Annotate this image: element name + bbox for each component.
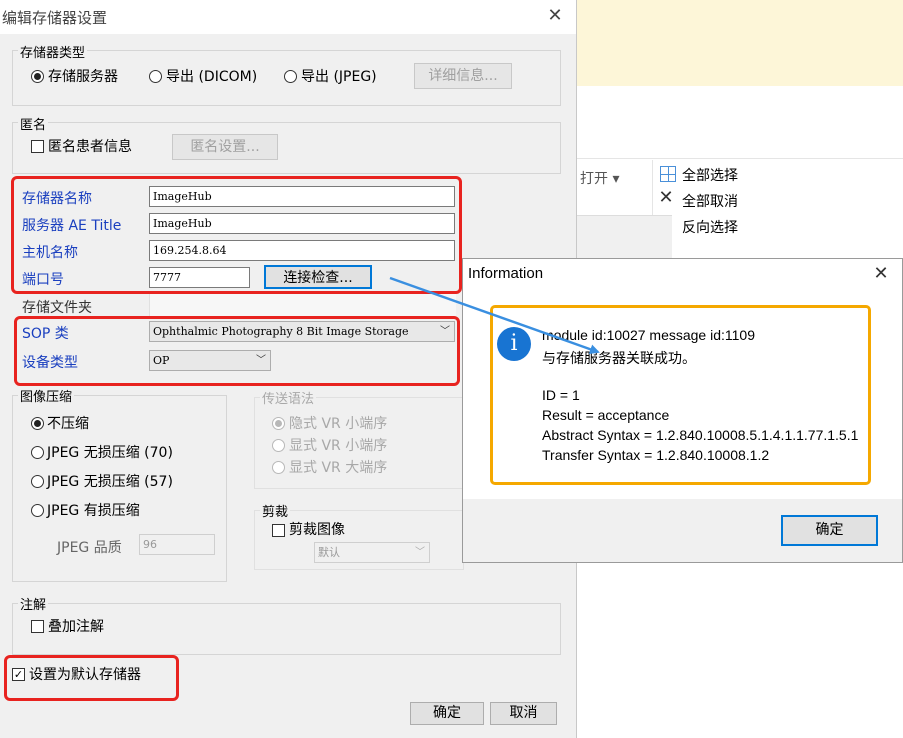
radio-label-jpeg-lossless-57: JPEG 无损压缩 (57) [47, 474, 173, 490]
transfer-syntax-label: 传送语法 [260, 388, 317, 407]
radio-label-storage-server: 存储服务器 [48, 69, 118, 85]
radio-label-no-compression: 不压缩 [47, 416, 89, 432]
radio-label-jpeg-lossless-70: JPEG 无损压缩 (70) [47, 445, 173, 461]
close-icon[interactable]: ✕ [656, 188, 676, 208]
radio-jpeg-lossless-57[interactable] [31, 475, 44, 488]
radio-export-jpeg[interactable] [284, 70, 297, 83]
radio-label-jpeg-lossy: JPEG 有损压缩 [47, 503, 140, 519]
radio-label-implicit-vr-le: 隐式 VR 小端序 [289, 416, 388, 432]
anonymize-settings-button[interactable]: 匿名设置... [172, 134, 278, 160]
info-title: Information [468, 265, 544, 282]
radio-label-explicit-vr-le: 显式 VR 小端序 [289, 438, 388, 454]
jpeg-quality-label: JPEG 品质 [57, 540, 122, 556]
highlight-connection-fields [11, 176, 462, 294]
radio-explicit-vr-be[interactable] [272, 461, 285, 474]
anonymize-checkbox[interactable] [31, 140, 44, 153]
crop-checkbox-label: 剪裁图像 [289, 522, 345, 538]
ribbon-divider [577, 158, 903, 159]
radio-storage-server[interactable] [31, 70, 44, 83]
storage-folder-label: 存储文件夹 [22, 300, 92, 316]
radio-jpeg-lossless-70[interactable] [31, 446, 44, 459]
annotation-label: 注解 [18, 594, 49, 613]
dialog-title: 编辑存储器设置 [2, 9, 108, 27]
radio-jpeg-lossy[interactable] [31, 504, 44, 517]
information-dialog: Information ✕ i module id:10027 message … [462, 258, 903, 563]
crop-mode-value: 默认 [318, 546, 340, 559]
annotation-checkbox[interactable] [31, 620, 44, 633]
ribbon-select-invert[interactable]: 反向选择 [682, 217, 738, 237]
ribbon-open-button[interactable]: 打开 ▾ [580, 168, 619, 188]
anonymize-checkbox-label: 匿名患者信息 [48, 139, 132, 155]
storage-type-label: 存储器类型 [18, 42, 88, 61]
close-icon[interactable]: ✕ [543, 4, 567, 28]
ribbon-select-all[interactable]: 全部选择 [682, 165, 738, 185]
radio-label-export-dicom: 导出 (DICOM) [166, 69, 258, 85]
crop-mode-select[interactable]: 默认 ﹀ [314, 542, 430, 563]
highlight-sop-device [14, 316, 460, 386]
anonymize-label: 匿名 [18, 114, 49, 133]
radio-export-dicom[interactable] [149, 70, 162, 83]
compression-label: 图像压缩 [18, 386, 75, 405]
radio-label-explicit-vr-be: 显式 VR 大端序 [289, 460, 388, 476]
cancel-button[interactable]: 取消 [490, 702, 557, 725]
select-all-icon [660, 166, 676, 182]
ribbon-select-none[interactable]: 全部取消 [682, 191, 738, 211]
radio-no-compression[interactable] [31, 417, 44, 430]
annotation-checkbox-label: 叠加注解 [48, 619, 104, 635]
jpeg-quality-input[interactable]: 96 [139, 534, 215, 555]
radio-implicit-vr-le[interactable] [272, 417, 285, 430]
radio-label-export-jpeg: 导出 (JPEG) [301, 69, 377, 85]
highlight-default-storage [4, 655, 179, 701]
chevron-down-icon: ﹀ [415, 547, 425, 558]
background-banner [577, 0, 903, 86]
details-button[interactable]: 详细信息... [414, 63, 512, 89]
crop-label: 剪裁 [260, 501, 291, 520]
ok-button[interactable]: 确定 [410, 702, 484, 725]
info-ok-button[interactable]: 确定 [781, 515, 878, 546]
crop-checkbox[interactable] [272, 524, 285, 537]
storage-folder-field[interactable] [149, 294, 456, 316]
close-icon[interactable]: ✕ [869, 262, 893, 286]
highlight-info-message [490, 305, 871, 485]
radio-explicit-vr-le[interactable] [272, 439, 285, 452]
